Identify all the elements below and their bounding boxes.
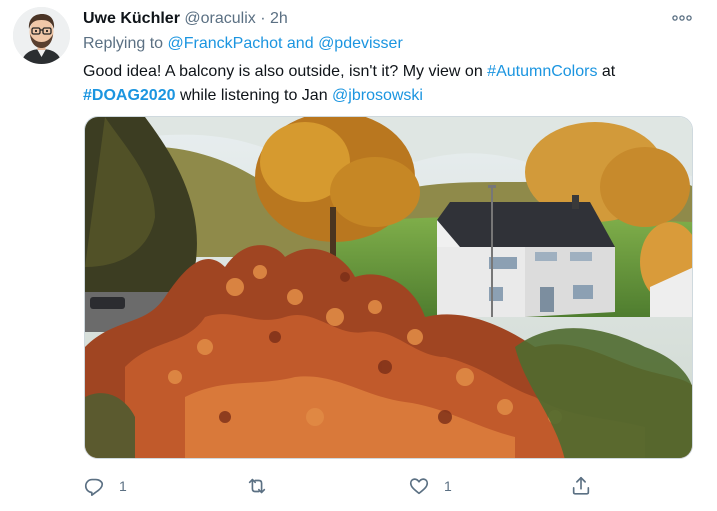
tweet[interactable]: Uwe Küchler @oraculix · 2h Replying to @… (0, 0, 717, 511)
mention-jbrosowski[interactable]: @jbrosowski (332, 87, 423, 104)
reply-mention-franckpachot[interactable]: @FranckPachot (168, 35, 283, 52)
replying-to-label: Replying to (83, 35, 164, 52)
more-options-button[interactable] (668, 6, 696, 30)
avatar[interactable] (13, 7, 70, 64)
tweet-actions: 1 1 (83, 472, 603, 500)
share-upload-icon (572, 476, 590, 495)
hashtag-doag2020[interactable]: #DOAG2020 (83, 87, 176, 104)
hashtag-autumncolors[interactable]: #AutumnColors (487, 63, 597, 80)
replying-to-line: Replying to @FranckPachot and @pdevisser (83, 35, 403, 53)
retweet-button[interactable] (245, 472, 269, 500)
reply-bubble-icon (84, 478, 104, 496)
tweet-text-part2: while listening to Jan (179, 87, 328, 104)
author-name[interactable]: Uwe Küchler (83, 10, 180, 27)
tweet-text-part1: Good idea! A balcony is also outside, is… (83, 63, 483, 80)
share-button[interactable] (570, 472, 592, 500)
reply-and-text: and (286, 35, 314, 52)
tweet-photo[interactable] (84, 116, 693, 459)
reply-button[interactable]: 1 (83, 472, 127, 500)
reply-count: 1 (119, 478, 127, 494)
like-button[interactable]: 1 (408, 472, 452, 500)
heart-icon (409, 478, 429, 495)
tweet-text-at: at (601, 63, 616, 80)
tweet-header: Uwe Küchler @oraculix · 2h (83, 9, 288, 29)
tweet-timestamp[interactable]: 2h (270, 10, 288, 27)
reply-mention-pdevisser[interactable]: @pdevisser (318, 35, 403, 52)
retweet-icon (248, 478, 266, 494)
more-dots-icon (672, 15, 692, 21)
tweet-text: Good idea! A balcony is also outside, is… (83, 60, 703, 108)
author-handle[interactable]: @oraculix (184, 10, 255, 27)
header-separator: · (260, 10, 266, 27)
like-count: 1 (444, 478, 452, 494)
